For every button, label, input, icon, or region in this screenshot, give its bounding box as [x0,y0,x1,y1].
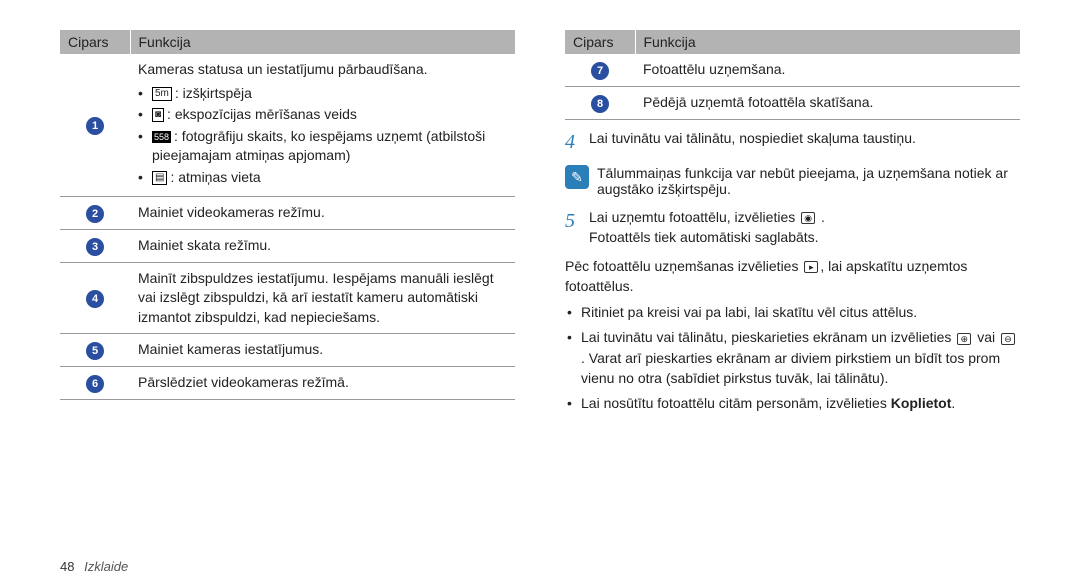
number-badge: 4 [86,290,104,308]
row-function-cell: Kameras statusa un iestatījumu pārbaudīš… [130,54,515,196]
number-badge: 6 [86,375,104,393]
step-4: 4 Lai tuvinātu vai tālinātu, nospiediet … [565,128,1020,157]
reference-table-right: Cipars Funkcija 7 Fotoattēlu uzņemšana. 8 P… [565,30,1020,120]
list-item: Lai tuvinātu vai tālinātu, pieskarieties… [565,327,1020,388]
number-badge: 3 [86,238,104,256]
note-icon: ✎ [565,165,589,189]
page-number: 48 [60,559,74,574]
number-badge: 7 [591,62,609,80]
row-function-cell: Mainiet kameras iestatījumus. [130,334,515,367]
step-text: Fotoattēls tiek automātiski saglabāts. [589,229,819,245]
table-row: 5 Mainiet kameras iestatījumus. [60,334,515,367]
col-header-cipars: Cipars [565,30,635,54]
paragraph: Pēc fotoattēlu uzņemšanas izvēlieties ▸,… [565,256,1020,297]
bullet-list: Ritiniet pa kreisi vai pa labi, lai skat… [565,302,1020,413]
row-number-cell: 2 [60,196,130,229]
status-icon: 558 [152,131,171,143]
row-function-cell: Fotoattēlu uzņemšana. [635,54,1020,87]
play-icon: ▸ [804,261,818,273]
table-row: 7 Fotoattēlu uzņemšana. [565,54,1020,87]
table-row: 2 Mainiet videokameras režīmu. [60,196,515,229]
page-footer: 48 Izklaide [60,559,128,574]
number-badge: 1 [86,117,104,135]
table-row: 6 Pārslēdziet videokameras režīmā. [60,367,515,400]
number-badge: 2 [86,205,104,223]
col-header-funkcija: Funkcija [635,30,1020,54]
reference-table-left: Cipars Funkcija 1 Kameras statusa un iest… [60,30,515,400]
step-5: 5 Lai uzņemtu fotoattēlu, izvēlieties ◉ … [565,207,1020,248]
zoom-out-icon: ⊖ [1001,333,1015,345]
table-row: 4 Mainīt zibspuldzes iestatījumu. Iespēja… [60,262,515,334]
status-icon: 5m [152,87,172,101]
note-text: Tālummaiņas funkcija var nebūt pieejama,… [597,165,1020,197]
table-row: 3 Mainiet skata režīmu. [60,229,515,262]
share-label: Koplietot [891,395,952,411]
table-row: 8 Pēdējā uzņemtā fotoattēla skatīšana. [565,87,1020,120]
row-number-cell: 4 [60,262,130,334]
row-function-cell: Mainiet videokameras režīmu. [130,196,515,229]
row-function-cell: Mainīt zibspuldzes iestatījumu. Iespējam… [130,262,515,334]
status-icon: ◙ [152,108,164,122]
camera-icon: ◉ [801,212,815,224]
number-badge: 5 [86,342,104,360]
col-header-cipars: Cipars [60,30,130,54]
note-block: ✎ Tālummaiņas funkcija var nebūt pieejam… [565,165,1020,197]
list-item: Lai nosūtītu fotoattēlu citām personām, … [565,393,1020,413]
row-number-cell: 1 [60,54,130,196]
row-function-cell: Pēdējā uzņemtā fotoattēla skatīšana. [635,87,1020,120]
step-number: 5 [565,207,589,236]
row-number-cell: 7 [565,54,635,87]
row-number-cell: 3 [60,229,130,262]
step-text: Lai uzņemtu fotoattēlu, izvēlieties [589,209,799,225]
row-number-cell: 5 [60,334,130,367]
zoom-in-icon: ⊕ [957,333,971,345]
row-number-cell: 8 [565,87,635,120]
step-number: 4 [565,128,589,157]
table-row: 1 Kameras statusa un iestatījumu pārbaudī… [60,54,515,196]
col-header-funkcija: Funkcija [130,30,515,54]
row-function-cell: Pārslēdziet videokameras režīmā. [130,367,515,400]
step-text: Lai tuvinātu vai tālinātu, nospiediet sk… [589,128,1020,148]
list-item: Ritiniet pa kreisi vai pa labi, lai skat… [565,302,1020,322]
section-name: Izklaide [84,559,128,574]
status-icon: ▤ [152,171,167,185]
row-number-cell: 6 [60,367,130,400]
row-function-cell: Mainiet skata režīmu. [130,229,515,262]
number-badge: 8 [591,95,609,113]
